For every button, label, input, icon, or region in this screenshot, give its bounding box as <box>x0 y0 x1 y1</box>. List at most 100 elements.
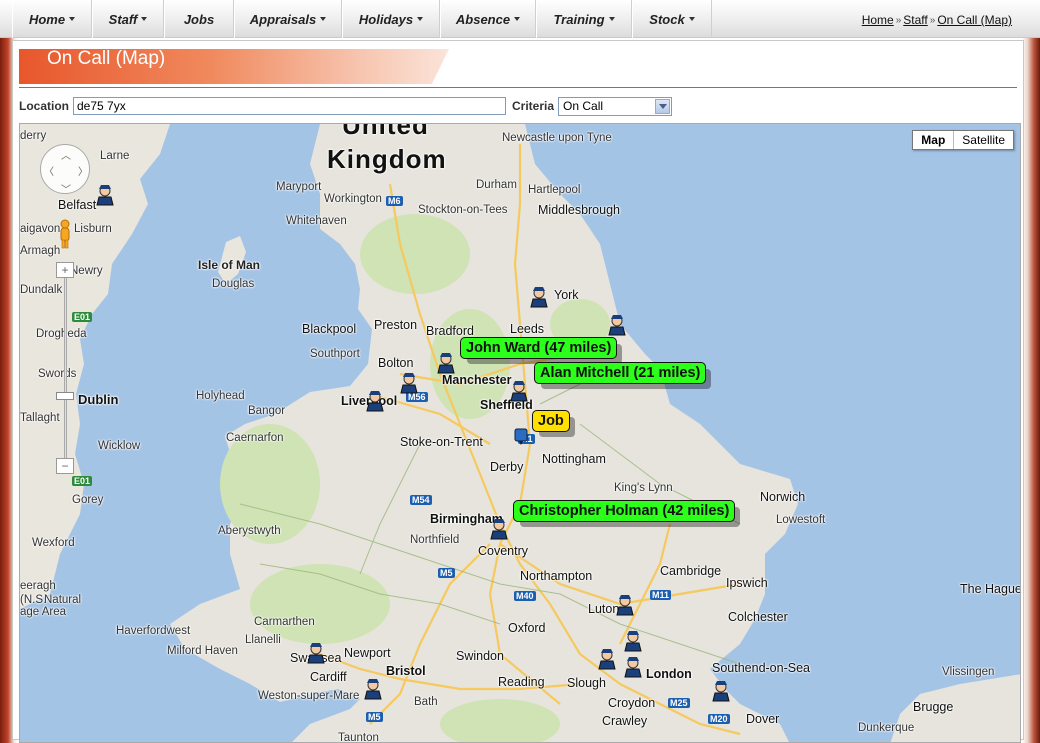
breadcrumb: Home » Staff » On Call (Map) <box>862 13 1012 27</box>
staff-marker-icon[interactable] <box>712 680 730 702</box>
label-the-hague: The Hague <box>960 582 1021 596</box>
zoom-in-button[interactable]: + <box>56 262 74 278</box>
road-shield: M5 <box>438 568 455 578</box>
pan-control[interactable]: ︿ ﹀ 〈 〉 <box>40 144 90 196</box>
label-workington: Workington <box>324 193 382 205</box>
criteria-label: Criteria <box>512 99 555 113</box>
menu-holidays-label: Holidays <box>358 11 414 27</box>
zoom-slider-thumb[interactable] <box>56 392 74 400</box>
staff-marker-icon[interactable] <box>510 380 528 402</box>
label-stockton: Stockton-on-Tees <box>418 204 508 216</box>
menu-home[interactable]: Home <box>12 0 92 38</box>
staff-marker-icon[interactable] <box>364 678 382 700</box>
content-panel: On Call (Map) Location Criteria On Call <box>12 40 1024 743</box>
pan-up-icon[interactable]: ︿ <box>61 147 71 162</box>
breadcrumb-current[interactable]: On Call (Map) <box>937 13 1012 27</box>
staff-marker-icon[interactable] <box>437 352 455 374</box>
breadcrumb-separator: » <box>895 14 902 26</box>
label-age-area: age Area <box>20 606 67 618</box>
label-derry: derry <box>20 130 47 142</box>
chevron-down-icon <box>69 17 76 21</box>
staff-marker-icon[interactable] <box>624 630 642 652</box>
road-shield: M5 <box>366 712 383 722</box>
label-colchester: Colchester <box>728 610 788 624</box>
pegman-icon[interactable] <box>58 219 72 249</box>
pan-down-icon[interactable]: ﹀ <box>61 181 71 196</box>
location-input[interactable] <box>73 97 506 115</box>
breadcrumb-home[interactable]: Home <box>862 13 894 27</box>
menu-stock-label: Stock <box>649 11 685 27</box>
label-middlesbrough: Middlesbrough <box>538 203 620 217</box>
menu-training-label: Training <box>553 11 605 27</box>
staff-marker-icon[interactable] <box>400 372 418 394</box>
menu-holidays[interactable]: Holidays <box>342 0 440 38</box>
label-southport: Southport <box>310 348 360 360</box>
label-cardiff: Cardiff <box>310 670 347 684</box>
label-milford-haven: Milford Haven <box>167 645 238 657</box>
label-bristol: Bristol <box>386 664 426 678</box>
menu-staff[interactable]: Staff <box>92 0 164 38</box>
staff-callout-john-ward[interactable]: John Ward (47 miles) <box>460 337 618 359</box>
road-shield: E01 <box>72 312 93 322</box>
menu-absence[interactable]: Absence <box>440 0 536 38</box>
label-tallaght: Tallaght <box>20 412 60 424</box>
map-type-control: Map Satellite <box>912 130 1014 150</box>
staff-marker-icon[interactable] <box>624 656 642 678</box>
criteria-select[interactable]: On Call <box>558 96 673 116</box>
label-united: United <box>342 123 429 140</box>
label-natural: (N.S. <box>20 594 47 606</box>
menu-stock[interactable]: Stock <box>632 0 712 38</box>
job-callout[interactable]: Job <box>532 410 570 432</box>
menu-staff-label: Staff <box>108 11 138 27</box>
staff-marker-icon[interactable] <box>307 642 325 664</box>
label-belfast: Belfast <box>58 198 97 212</box>
main-menu: Home Staff Jobs Appraisals Holidays Abse… <box>12 0 712 38</box>
label-isle-of-man: Isle of Man <box>198 258 261 272</box>
breadcrumb-staff[interactable]: Staff <box>903 13 927 27</box>
label-crawley: Crawley <box>602 714 648 728</box>
job-location-pin-icon[interactable] <box>514 428 528 446</box>
label-ipswich: Ipswich <box>726 576 768 590</box>
label-croydon: Croydon <box>608 696 656 710</box>
label-eeragh: eeragh <box>20 580 56 592</box>
label-laigavon: aigavon <box>20 223 61 235</box>
label-reading: Reading <box>498 675 545 689</box>
road-shield: M20 <box>708 714 730 724</box>
map-type-satellite-button[interactable]: Satellite <box>954 131 1013 149</box>
label-dunkerque: Dunkerque <box>858 722 915 734</box>
label-northampton: Northampton <box>520 569 593 583</box>
divider <box>19 87 1017 88</box>
staff-marker-icon[interactable] <box>598 648 616 670</box>
staff-callout-christopher-holman[interactable]: Christopher Holman (42 miles) <box>513 500 736 522</box>
staff-marker-icon[interactable] <box>490 518 508 540</box>
road-shield: M25 <box>668 698 690 708</box>
label-taunton: Taunton <box>338 732 379 743</box>
zoom-out-button[interactable]: − <box>56 458 74 474</box>
staff-marker-icon[interactable] <box>608 314 626 336</box>
label-kings-lynn: King's Lynn <box>614 482 673 494</box>
location-label: Location <box>19 99 69 113</box>
staff-marker-icon[interactable] <box>96 184 114 206</box>
pan-right-icon[interactable]: 〉 <box>78 163 88 178</box>
menu-jobs[interactable]: Jobs <box>164 0 234 38</box>
pan-left-icon[interactable]: 〈 <box>44 163 54 178</box>
zoom-slider-track[interactable] <box>64 276 67 466</box>
menu-appraisals[interactable]: Appraisals <box>234 0 342 38</box>
chevron-down-icon <box>514 17 521 21</box>
staff-marker-icon[interactable] <box>366 390 384 412</box>
label-slough: Slough <box>567 676 606 690</box>
map-type-map-button[interactable]: Map <box>913 131 955 149</box>
label-luton: Luton <box>588 602 620 616</box>
road-shield: M54 <box>410 495 432 505</box>
staff-callout-alan-mitchell[interactable]: Alan Mitchell (21 miles) <box>534 362 707 384</box>
map-view[interactable]: United Kingdom derry Larne Belfast aigav… <box>19 123 1021 743</box>
breadcrumb-separator: » <box>929 14 936 26</box>
label-newport: Newport <box>344 646 391 660</box>
label-larne: Larne <box>100 150 130 162</box>
staff-marker-icon[interactable] <box>530 286 548 308</box>
road-shield: M40 <box>514 591 536 601</box>
menu-training[interactable]: Training <box>536 0 632 38</box>
staff-marker-icon[interactable] <box>616 594 634 616</box>
chevron-down-icon[interactable] <box>655 98 671 114</box>
label-carmarthen: Carmarthen <box>254 616 315 628</box>
